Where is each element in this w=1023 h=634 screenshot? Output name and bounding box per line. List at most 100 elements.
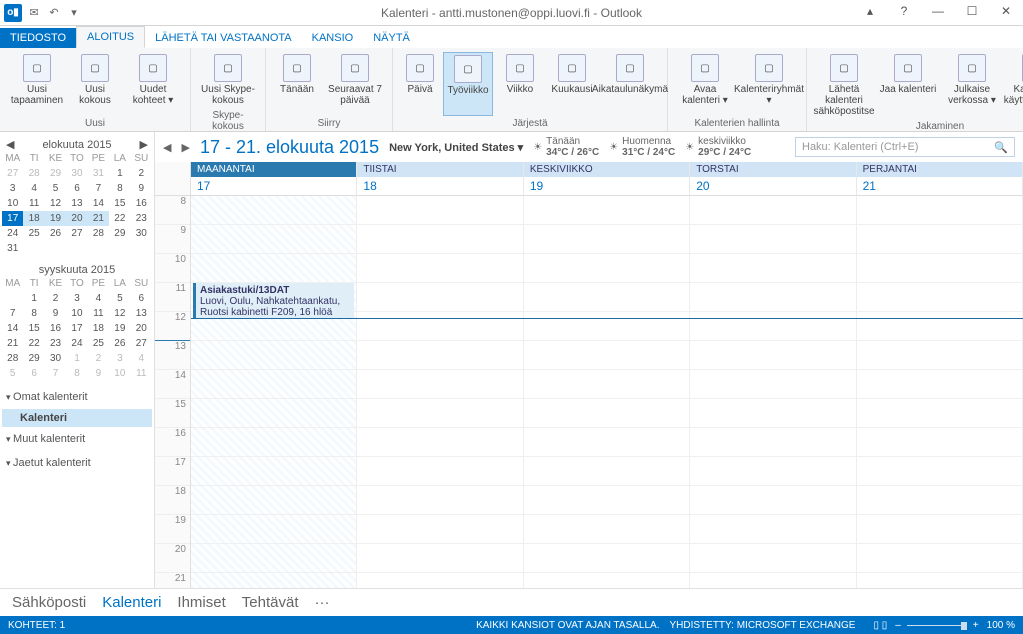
- mini-cal-day[interactable]: 17: [66, 321, 87, 336]
- mini-cal-day[interactable]: 3: [109, 351, 130, 366]
- qat-undo-icon[interactable]: ↶: [46, 5, 62, 21]
- mini-cal-day[interactable]: 25: [88, 336, 109, 351]
- mini-cal-day[interactable]: 10: [66, 306, 87, 321]
- mini-cal-day[interactable]: 8: [66, 366, 87, 381]
- mini-cal-day[interactable]: 1: [66, 351, 87, 366]
- weather-day[interactable]: ☀keskiviikko29°C / 24°C: [685, 136, 751, 158]
- mini-cal-day[interactable]: 2: [131, 166, 152, 181]
- mini-calendar-current[interactable]: ◀elokuuta 2015▶MATIKETOPELASU27282930311…: [2, 138, 152, 256]
- mini-cal-day[interactable]: [131, 241, 152, 256]
- mini-cal-day[interactable]: 28: [88, 226, 109, 241]
- mini-cal-day[interactable]: 4: [131, 351, 152, 366]
- mini-cal-day[interactable]: 25: [23, 226, 44, 241]
- mini-cal-day[interactable]: 29: [45, 166, 66, 181]
- day-header[interactable]: TIISTAI18: [357, 162, 523, 196]
- ribbon-btn-uudet-kohteet-[interactable]: ▢Uudet kohteet ▾: [122, 52, 184, 116]
- tab-tiedosto[interactable]: TIEDOSTO: [0, 28, 76, 48]
- mini-cal-day[interactable]: 16: [45, 321, 66, 336]
- view-shortcuts-icon[interactable]: ▯ ▯: [873, 620, 887, 631]
- day-header[interactable]: TORSTAI20: [690, 162, 856, 196]
- mini-cal-day[interactable]: [88, 241, 109, 256]
- week-grid[interactable]: Asiakastuki/13DATLuovi, Oulu, Nahkatehta…: [191, 196, 1023, 588]
- ribbon-btn-uusi-kokous[interactable]: ▢Uusi kokous: [70, 52, 120, 116]
- mini-cal-day[interactable]: 22: [23, 336, 44, 351]
- help-icon[interactable]: ?: [887, 0, 921, 22]
- mini-cal-day[interactable]: [2, 291, 23, 306]
- mini-cal-day[interactable]: 14: [2, 321, 23, 336]
- zoom-in-button[interactable]: +: [973, 620, 979, 631]
- mini-cal-day[interactable]: 21: [2, 336, 23, 351]
- mini-cal-day[interactable]: 19: [45, 211, 66, 226]
- ribbon-btn-kuukausi[interactable]: ▢Kuukausi: [547, 52, 597, 116]
- mini-cal-day[interactable]: [109, 241, 130, 256]
- mini-cal-day[interactable]: 8: [109, 181, 130, 196]
- ribbon-btn-uusi-tapaaminen[interactable]: ▢Uusi tapaaminen: [6, 52, 68, 116]
- qat-send-receive-icon[interactable]: ✉: [26, 5, 42, 21]
- ribbon-btn-viikko[interactable]: ▢Viikko: [495, 52, 545, 116]
- day-column[interactable]: [857, 196, 1023, 588]
- mini-cal-day[interactable]: 3: [2, 181, 23, 196]
- mini-cal-day[interactable]: 30: [66, 166, 87, 181]
- ribbon-btn-julkaise-verkossa-[interactable]: ▢Julkaise verkossa ▾: [941, 52, 1003, 119]
- tab-n-yt-[interactable]: NÄYTÄ: [363, 28, 420, 48]
- mini-cal-day[interactable]: 28: [2, 351, 23, 366]
- mini-cal-day[interactable]: 8: [23, 306, 44, 321]
- mini-cal-day[interactable]: 31: [2, 241, 23, 256]
- next-week-button[interactable]: ▶: [181, 141, 189, 154]
- day-column[interactable]: [690, 196, 856, 588]
- mini-cal-day[interactable]: 23: [45, 336, 66, 351]
- mini-cal-day[interactable]: 16: [131, 196, 152, 211]
- mini-cal-day[interactable]: 27: [2, 166, 23, 181]
- mini-cal-day[interactable]: 14: [88, 196, 109, 211]
- ribbon-btn-t-n-n[interactable]: ▢Tänään: [272, 52, 322, 116]
- mini-cal-day[interactable]: 4: [88, 291, 109, 306]
- day-column[interactable]: Asiakastuki/13DATLuovi, Oulu, Nahkatehta…: [191, 196, 357, 588]
- mini-cal-day[interactable]: 7: [2, 306, 23, 321]
- mini-cal-day[interactable]: 6: [66, 181, 87, 196]
- tab-l-het-tai-vastaanota[interactable]: LÄHETÄ TAI VASTAANOTA: [145, 28, 302, 48]
- day-header[interactable]: PERJANTAI21: [857, 162, 1023, 196]
- mini-cal-day[interactable]: 7: [45, 366, 66, 381]
- cal-item-kalenteri[interactable]: Kalenteri: [2, 409, 152, 427]
- mini-cal-day[interactable]: 23: [131, 211, 152, 226]
- mini-cal-day[interactable]: 15: [109, 196, 130, 211]
- mini-cal-day[interactable]: 6: [131, 291, 152, 306]
- mini-cal-day[interactable]: 29: [23, 351, 44, 366]
- mini-cal-day[interactable]: 20: [66, 211, 87, 226]
- mini-cal-day[interactable]: 2: [45, 291, 66, 306]
- mini-cal-day[interactable]: 6: [23, 366, 44, 381]
- mini-cal-day[interactable]: 1: [109, 166, 130, 181]
- mini-cal-day[interactable]: 26: [45, 226, 66, 241]
- day-column[interactable]: [524, 196, 690, 588]
- mini-cal-day[interactable]: 27: [131, 336, 152, 351]
- mini-cal-day[interactable]: 12: [109, 306, 130, 321]
- cal-group[interactable]: Jaetut kalenterit: [2, 451, 152, 475]
- mini-cal-day[interactable]: [45, 241, 66, 256]
- weather-location[interactable]: New York, United States ▾: [389, 141, 523, 154]
- mini-cal-day[interactable]: 9: [88, 366, 109, 381]
- mini-cal-day[interactable]: 10: [109, 366, 130, 381]
- mini-cal-day[interactable]: 27: [66, 226, 87, 241]
- weather-day[interactable]: ☀Tänään34°C / 26°C: [533, 136, 599, 158]
- mini-cal-day[interactable]: 1: [23, 291, 44, 306]
- ribbon-btn-p-iv-[interactable]: ▢Päivä: [399, 52, 441, 116]
- minimize-button[interactable]: —: [921, 0, 955, 22]
- ribbon-btn-ty-viikko[interactable]: ▢Työviikko: [443, 52, 493, 116]
- ribbon-btn-kalenteriryhm-t-[interactable]: ▢Kalenteriryhmät ▾: [738, 52, 800, 116]
- mini-cal-day[interactable]: 2: [88, 351, 109, 366]
- mini-cal-day[interactable]: 30: [131, 226, 152, 241]
- nav-kalenteri[interactable]: Kalenteri: [102, 594, 161, 611]
- mini-cal-day[interactable]: 13: [131, 306, 152, 321]
- prev-month-icon[interactable]: ◀: [6, 138, 14, 151]
- mini-cal-day[interactable]: 29: [109, 226, 130, 241]
- mini-cal-day[interactable]: 20: [131, 321, 152, 336]
- mini-cal-day[interactable]: 17: [2, 211, 23, 226]
- mini-cal-day[interactable]: [66, 241, 87, 256]
- ribbon-btn-uusi-skype-kokous[interactable]: ▢Uusi Skype-kokous: [197, 52, 259, 108]
- nav-sähköposti[interactable]: Sähköposti: [12, 594, 86, 611]
- qat-dropdown-icon[interactable]: ▾: [66, 5, 82, 21]
- mini-cal-day[interactable]: 15: [23, 321, 44, 336]
- ribbon-btn-aikataulun-kym-[interactable]: ▢Aikataulunäkymä: [599, 52, 661, 116]
- mini-cal-day[interactable]: 7: [88, 181, 109, 196]
- prev-week-button[interactable]: ◀: [163, 141, 171, 154]
